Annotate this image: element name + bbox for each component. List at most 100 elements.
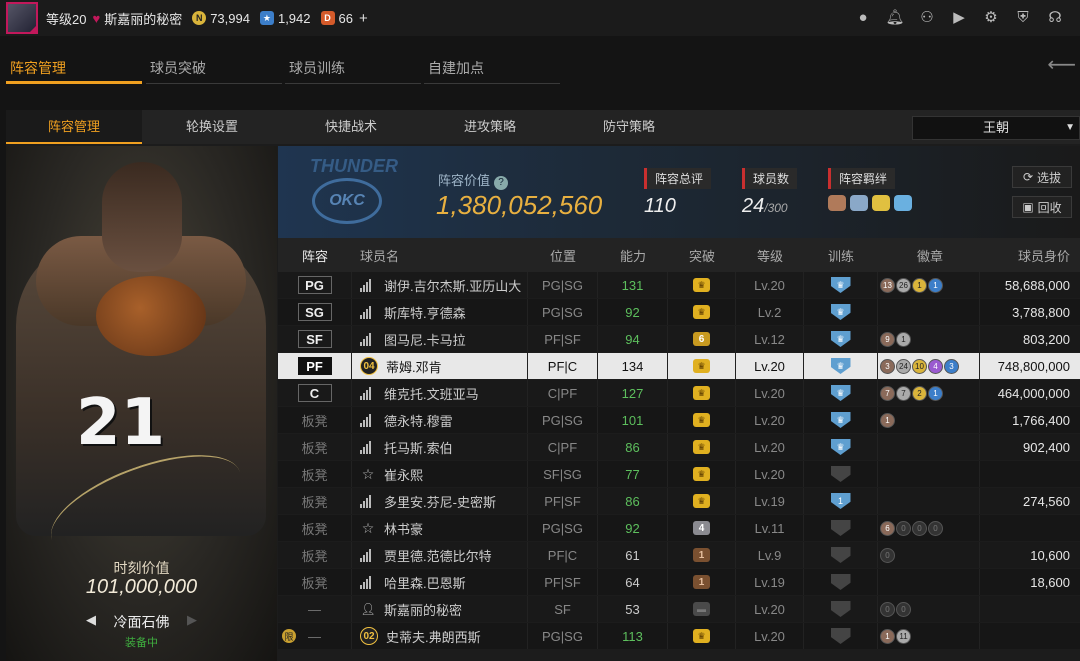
- table-row[interactable]: 板凳 哈里森.巴恩斯 PF|SF 64 1 Lv.19 18,600: [278, 569, 1080, 596]
- row-slot[interactable]: —: [278, 596, 352, 622]
- row-name[interactable]: 维克托.文班亚马: [352, 380, 528, 406]
- row-breakthrough[interactable]: ♛: [668, 380, 736, 406]
- badge-icon[interactable]: 10: [912, 358, 927, 374]
- badge-icon[interactable]: 7: [880, 385, 895, 401]
- person-icon[interactable]: ●: [854, 8, 872, 26]
- row-training[interactable]: [804, 515, 878, 541]
- row-breakthrough[interactable]: ▬: [668, 596, 736, 622]
- row-name[interactable]: 斯库特.亨德森: [352, 299, 528, 325]
- row-breakthrough[interactable]: ♛: [668, 299, 736, 325]
- row-breakthrough[interactable]: ♛: [668, 461, 736, 487]
- subtab-offense[interactable]: 进攻策略: [422, 110, 558, 144]
- badge-icon[interactable]: 3: [944, 358, 959, 374]
- table-row[interactable]: 板凳 ☆ 崔永熙 SF|SG 77 ♛ Lv.20: [278, 461, 1080, 488]
- col-training[interactable]: 训练: [804, 238, 878, 272]
- subtab-quick-tactics[interactable]: 快捷战术: [283, 110, 419, 144]
- badge-icon[interactable]: 13: [880, 277, 895, 293]
- training-shield-icon[interactable]: ♛: [830, 304, 851, 320]
- training-shield-empty-icon[interactable]: [830, 466, 851, 482]
- row-training[interactable]: [804, 569, 878, 595]
- subtab-lineup[interactable]: 阵容管理: [6, 110, 142, 144]
- player-card[interactable]: 21 时刻价值 101,000,000 ◀ 冷面石佛 ▶ 装备中: [6, 146, 277, 661]
- row-slot[interactable]: PF: [278, 353, 352, 379]
- training-shield-icon[interactable]: ♛: [830, 412, 851, 428]
- badge-icon[interactable]: 1: [880, 628, 895, 644]
- scout-button[interactable]: ⟳ 选拔: [1012, 166, 1072, 188]
- add-currency-button[interactable]: +: [359, 10, 368, 27]
- row-training[interactable]: ♛: [804, 434, 878, 460]
- row-breakthrough[interactable]: ♛: [668, 272, 736, 298]
- col-value[interactable]: 球员身价: [980, 238, 1080, 272]
- badge-icon[interactable]: 0: [928, 520, 943, 536]
- table-row[interactable]: 限 — 02 史蒂夫.弗朗西斯 PG|SG 113 ♛ Lv.20 1 11: [278, 623, 1080, 650]
- table-row[interactable]: C 维克托.文班亚马 C|PF 127 ♛ Lv.20 ♛ 7721 464,0…: [278, 380, 1080, 407]
- badge-icon[interactable]: 0: [896, 520, 911, 536]
- row-slot[interactable]: 板凳: [278, 488, 352, 514]
- row-slot[interactable]: 板凳: [278, 515, 352, 541]
- badge-icon[interactable]: 1: [928, 385, 943, 401]
- headset-icon[interactable]: ☊: [1046, 8, 1064, 26]
- row-name[interactable]: 哈里森.巴恩斯: [352, 569, 528, 595]
- prev-card-icon[interactable]: ◀: [86, 612, 96, 628]
- row-training[interactable]: [804, 542, 878, 568]
- col-ability[interactable]: 能力: [598, 238, 668, 272]
- row-training[interactable]: ♛: [804, 407, 878, 433]
- row-training[interactable]: [804, 623, 878, 649]
- badge-icon[interactable]: 2: [912, 385, 927, 401]
- table-row[interactable]: 板凳 托马斯.索伯 C|PF 86 ♛ Lv.20 ♛ 902,400: [278, 434, 1080, 461]
- table-row[interactable]: PG 谢伊.吉尔杰斯.亚历山大 PG|SG 131 ♛ Lv.20 ♛ 13 26…: [278, 272, 1080, 299]
- row-name[interactable]: 多里安.芬尼-史密斯: [352, 488, 528, 514]
- row-breakthrough[interactable]: ♛: [668, 623, 736, 649]
- row-name[interactable]: ☆ 林书豪: [352, 515, 528, 541]
- table-row[interactable]: — 👤︎ 斯嘉丽的秘密 SF 53 ▬ Lv.20 00: [278, 596, 1080, 623]
- table-row[interactable]: PF 04 蒂姆.邓肯 PF|C 134 ♛ Lv.20 ♛ 3 24 10 4 3 74…: [278, 353, 1080, 380]
- training-shield-icon[interactable]: ♛: [830, 439, 851, 455]
- badge-icon[interactable]: 1: [880, 412, 895, 428]
- training-shield-icon[interactable]: ♛: [830, 277, 851, 293]
- badge-icon[interactable]: 0: [880, 601, 895, 617]
- team-dropdown[interactable]: 王朝 ▼: [912, 116, 1080, 140]
- table-row[interactable]: 板凳 德永特.穆雷 PG|SG 101 ♛ Lv.20 ♛ 1 1,766,40…: [278, 407, 1080, 434]
- row-breakthrough[interactable]: 4: [668, 515, 736, 541]
- col-position[interactable]: 位置: [528, 238, 598, 272]
- badge-icon[interactable]: 1: [896, 331, 911, 347]
- row-breakthrough[interactable]: ♛: [668, 488, 736, 514]
- row-breakthrough[interactable]: ♛: [668, 353, 736, 379]
- badge-icon[interactable]: 24: [896, 358, 911, 374]
- bond-icons[interactable]: [828, 195, 912, 211]
- bell-icon[interactable]: 🔔︎: [885, 8, 904, 26]
- training-shield-empty-icon[interactable]: [830, 520, 851, 536]
- row-name[interactable]: 04 蒂姆.邓肯: [352, 353, 528, 379]
- row-training[interactable]: [804, 596, 878, 622]
- badge-icon[interactable]: 1: [912, 277, 927, 293]
- badge-icon[interactable]: 11: [896, 628, 911, 644]
- col-level[interactable]: 等级: [736, 238, 804, 272]
- badge-icon[interactable]: 6: [880, 520, 895, 536]
- table-row[interactable]: 板凳 ☆ 林书豪 PG|SG 92 4 Lv.11 6000: [278, 515, 1080, 542]
- user-avatar[interactable]: [6, 2, 38, 34]
- back-arrow-icon[interactable]: ⟵: [1047, 52, 1076, 77]
- training-shield-icon[interactable]: ♛: [830, 358, 851, 374]
- row-name[interactable]: 贾里德.范德比尔特: [352, 542, 528, 568]
- tab-custom-points[interactable]: 自建加点: [424, 48, 560, 84]
- table-row[interactable]: 板凳 贾里德.范德比尔特 PF|C 61 1 Lv.9 0 10,600: [278, 542, 1080, 569]
- col-name[interactable]: 球员名: [352, 238, 528, 272]
- row-training[interactable]: [804, 461, 878, 487]
- row-name[interactable]: 谢伊.吉尔杰斯.亚历山大: [352, 272, 528, 298]
- row-name[interactable]: 德永特.穆雷: [352, 407, 528, 433]
- badge-icon[interactable]: 7: [896, 385, 911, 401]
- help-icon[interactable]: ?: [494, 176, 509, 190]
- badge-icon[interactable]: 0: [880, 547, 895, 563]
- row-breakthrough[interactable]: 1: [668, 542, 736, 568]
- next-card-icon[interactable]: ▶: [187, 612, 197, 628]
- row-name[interactable]: 托马斯.索伯: [352, 434, 528, 460]
- tab-breakthrough[interactable]: 球员突破: [146, 48, 282, 84]
- row-slot[interactable]: 板凳: [278, 461, 352, 487]
- friends-icon[interactable]: ⚇: [918, 8, 936, 26]
- badge-icon[interactable]: 0: [912, 520, 927, 536]
- table-row[interactable]: SF 图马尼.卡马拉 PF|SF 94 6 Lv.12 ♛ 91 803,200: [278, 326, 1080, 353]
- row-slot[interactable]: C: [278, 380, 352, 406]
- row-training[interactable]: ♛: [804, 353, 878, 379]
- badge-icon[interactable]: 3: [880, 358, 895, 374]
- col-badges[interactable]: 徽章: [878, 238, 980, 272]
